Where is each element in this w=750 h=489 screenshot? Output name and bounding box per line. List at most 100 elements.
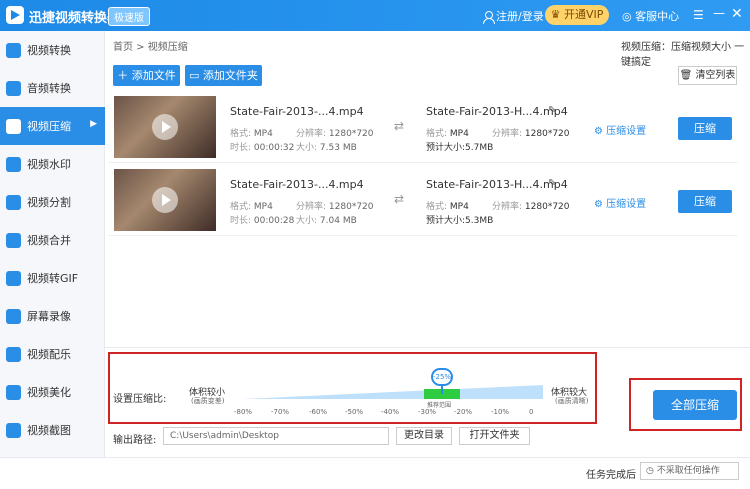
gif-icon: [6, 270, 21, 286]
title-bar: 迅捷视频转换器 极速版 注册/登录 ♛ 开通VIP ◎ 客服中心 ☰ — ✕: [0, 0, 750, 31]
format-label: 格式:: [426, 202, 448, 212]
sidebar-item-watermark[interactable]: 视频水印: [0, 145, 105, 183]
vip-button[interactable]: ♛ 开通VIP: [545, 5, 609, 25]
sidebar-item-video-compress[interactable]: 视频压缩 ▶: [0, 107, 105, 145]
sidebar-item-label: 视频分割: [27, 196, 71, 209]
compress-all-button[interactable]: 全部压缩: [653, 390, 737, 420]
add-folder-button[interactable]: ▭ 添加文件夹: [185, 65, 262, 86]
sidebar-item-music[interactable]: 视频配乐: [0, 335, 105, 373]
app-title: 迅捷视频转换器: [29, 11, 121, 26]
compress-ratio-slider[interactable]: [243, 384, 543, 401]
res-label: 分辨率:: [492, 202, 523, 212]
trash-icon: 🗑: [679, 70, 696, 81]
sidebar-item-split[interactable]: 视频分割: [0, 183, 105, 221]
output-resolution: 分辨率: 1280*720: [492, 199, 570, 212]
crown-icon: ♛: [550, 8, 564, 21]
format-value: MP4: [253, 129, 273, 139]
output-format: 格式: MP4: [426, 199, 469, 212]
output-file-name: State-Fair-2013-H...4.mp4: [426, 178, 568, 191]
format-value: MP4: [449, 129, 469, 139]
compress-settings-link[interactable]: ⚙ 压缩设置: [594, 195, 646, 210]
add-file-button[interactable]: ＋ 添加文件: [113, 65, 180, 86]
edit-name-icon[interactable]: ✎: [548, 105, 556, 116]
sidebar-item-video-convert[interactable]: 视频转换: [0, 31, 105, 69]
gear-icon: ⚙: [594, 126, 607, 137]
shuffle-icon: ⇄: [394, 119, 405, 133]
play-icon[interactable]: [152, 187, 178, 213]
login-link[interactable]: 注册/登录: [483, 8, 544, 24]
vip-label: 开通VIP: [563, 8, 604, 21]
slider-handle-stem: [441, 386, 443, 394]
sidebar-item-screenshot[interactable]: 视频截图: [0, 411, 105, 449]
est-value: 5.3MB: [465, 216, 494, 226]
tick-label: -30%: [418, 408, 437, 416]
size-value: 7.53 MB: [319, 143, 357, 153]
settings-label: 压缩设置: [606, 126, 647, 137]
compress-settings-link[interactable]: ⚙ 压缩设置: [594, 122, 646, 137]
on-complete-value: 不采取任何操作: [656, 466, 720, 476]
output-format: 格式: MP4: [426, 126, 469, 139]
sidebar-item-beautify[interactable]: 视频美化: [0, 373, 105, 411]
video-convert-icon: [6, 42, 21, 58]
play-icon[interactable]: [152, 114, 178, 140]
open-folder-button[interactable]: 打开文件夹: [459, 427, 530, 445]
slider-wedge: [243, 385, 543, 399]
menu-icon[interactable]: ☰: [693, 8, 704, 22]
sidebar-item-merge[interactable]: 视频合并: [0, 221, 105, 259]
video-thumbnail[interactable]: [114, 96, 216, 158]
split-icon: [6, 194, 21, 210]
slider-handle[interactable]: -25%: [431, 368, 453, 386]
compress-button[interactable]: 压缩: [678, 117, 732, 140]
res-label: 分辨率:: [296, 129, 327, 139]
change-directory-button[interactable]: 更改目录: [396, 427, 452, 445]
chat-icon: ◎: [622, 10, 636, 23]
chevron-right-icon: ▶: [90, 119, 97, 129]
est-label: 预计大小:: [426, 143, 466, 153]
beautify-icon: [6, 384, 21, 400]
file-row: State-Fair-2013-...4.mp4 格式: MP4 分辨率: 12…: [108, 166, 738, 236]
screenshot-icon: [6, 422, 21, 438]
close-icon[interactable]: ✕: [731, 6, 743, 22]
audio-convert-icon: [6, 80, 21, 96]
on-complete-label: 任务完成后: [586, 470, 636, 481]
video-thumbnail[interactable]: [114, 169, 216, 231]
output-path-label: 输出路径:: [113, 435, 157, 446]
source-duration: 时长: 00:00:32: [230, 140, 294, 153]
sidebar-item-label: 视频转GIF: [27, 272, 79, 285]
source-size: 大小: 7.04 MB: [296, 213, 357, 226]
size-label: 大小:: [296, 143, 318, 153]
on-complete-select[interactable]: ◷ 不采取任何操作: [640, 462, 739, 480]
edit-name-icon[interactable]: ✎: [548, 178, 556, 189]
smaller-note: (画质变差): [191, 397, 225, 405]
res-value: 1280*720: [524, 202, 570, 212]
output-path-field[interactable]: C:\Users\admin\Desktop: [163, 427, 389, 445]
res-value: 1280*720: [328, 202, 374, 212]
sidebar-item-screen-record[interactable]: 屏幕录像: [0, 297, 105, 335]
clear-list-label: 清空列表: [695, 70, 736, 81]
customer-service-link[interactable]: ◎ 客服中心: [622, 8, 679, 24]
clear-list-button[interactable]: 🗑 清空列表: [678, 66, 737, 85]
sidebar-item-gif[interactable]: 视频转GIF: [0, 259, 105, 297]
source-file-name: State-Fair-2013-...4.mp4: [230, 105, 364, 118]
clock-icon: ◷: [646, 466, 657, 476]
video-compress-icon: [6, 118, 21, 134]
size-label: 大小:: [296, 216, 318, 226]
tick-label: -40%: [381, 408, 400, 416]
sidebar-item-label: 视频水印: [27, 158, 71, 171]
res-label: 分辨率:: [296, 202, 327, 212]
gear-icon: ⚙: [594, 199, 607, 210]
format-label: 格式:: [230, 129, 252, 139]
duration-value: 00:00:28: [253, 216, 295, 226]
source-format: 格式: MP4: [230, 126, 273, 139]
add-folder-label: 添加文件夹: [202, 69, 258, 82]
source-resolution: 分辨率: 1280*720: [296, 199, 374, 212]
tick-label: -60%: [309, 408, 328, 416]
sidebar-item-label: 音频转换: [27, 82, 71, 95]
sidebar-item-audio-convert[interactable]: 音频转换: [0, 69, 105, 107]
sidebar: 视频转换 音频转换 视频压缩 ▶ 视频水印 视频分割 视频合并 视频转GIF 屏幕…: [0, 31, 105, 457]
duration-label: 时长:: [230, 143, 252, 153]
tick-label: 0: [529, 408, 534, 416]
minimize-icon[interactable]: —: [713, 6, 725, 20]
tick-label: -10%: [491, 408, 510, 416]
compress-button[interactable]: 压缩: [678, 190, 732, 213]
